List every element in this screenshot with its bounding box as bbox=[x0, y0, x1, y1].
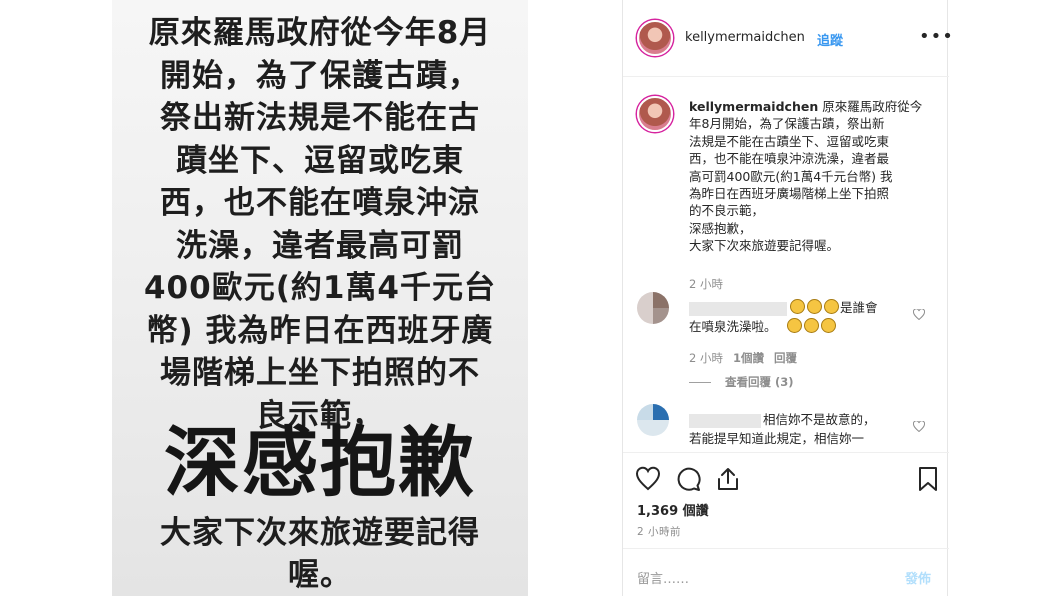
comment-divider bbox=[623, 548, 949, 549]
blurred-username bbox=[689, 302, 787, 316]
bookmark-icon[interactable] bbox=[915, 466, 941, 492]
comment-like-icon[interactable] bbox=[913, 309, 925, 320]
header-username[interactable]: kellymermaidchen bbox=[685, 30, 805, 45]
story-line: 西，也不能在噴泉沖涼 bbox=[160, 185, 480, 221]
story-line: 開始，為了保護古蹟， bbox=[160, 57, 480, 94]
blurred-avatar bbox=[637, 404, 669, 436]
story-line: 祭出新法規是不能在古 bbox=[160, 100, 480, 136]
caption-line: 年8月開始，為了保護古蹟，祭出新 bbox=[689, 116, 885, 132]
likes-count[interactable]: 1,369 個讚 bbox=[637, 500, 709, 519]
avatar[interactable] bbox=[637, 20, 673, 56]
story-line: 洗澡，違者最高可罰 bbox=[176, 227, 464, 264]
caption-username[interactable]: kellymermaidchen bbox=[689, 99, 818, 114]
blurred-username bbox=[689, 414, 761, 428]
caption-line: 高可罰400歐元(約1萬4千元台幣) 我 bbox=[689, 168, 893, 184]
caption-line: 深感抱歉， bbox=[689, 220, 752, 236]
caption-line: 的不良示範， bbox=[689, 203, 765, 219]
story-line: 400歐元(約1萬4千元台 bbox=[143, 270, 497, 306]
emoji-icon bbox=[824, 299, 839, 314]
comment-time: 2 小時 bbox=[689, 351, 723, 365]
comment-text: 若能提早知道此規定，相信妳一 bbox=[689, 431, 865, 446]
comment-meta: 2 小時 1個讚 回覆 bbox=[689, 350, 797, 366]
caption-line: 為昨日在西班牙廣場階梯上坐下拍照 bbox=[689, 186, 890, 202]
view-replies-button[interactable]: 查看回覆 (3) bbox=[689, 374, 794, 390]
story-image: 原來羅馬政府從今年8月 開始，為了保護古蹟， 祭出新法規是不能在古 蹟坐下、逗留… bbox=[112, 0, 528, 596]
caption-line: 西，也不能在噴泉沖涼洗澡，違者最 bbox=[689, 151, 890, 167]
story-tail-text: 大家下次來旅遊要記得 喔。 bbox=[152, 512, 488, 596]
heart-icon[interactable] bbox=[635, 466, 661, 492]
more-options-icon[interactable]: ••• bbox=[919, 26, 954, 47]
reply-button[interactable]: 回覆 bbox=[774, 351, 797, 365]
comment-likes[interactable]: 1個讚 bbox=[733, 351, 764, 365]
story-line: 蹟坐下、逗留或吃東 bbox=[176, 142, 464, 179]
caption-line: 原來羅馬政府從今 bbox=[822, 99, 923, 114]
comment-text: 是誰會 bbox=[789, 298, 878, 318]
instagram-post-panel: kellymermaidchen 追蹤 ••• kellymermaidchen… bbox=[622, 0, 953, 596]
emoji-icon bbox=[807, 299, 822, 314]
comment-like-icon[interactable] bbox=[913, 421, 925, 432]
follow-button[interactable]: 追蹤 bbox=[817, 30, 843, 49]
caption-line: 法規是不能在古蹟坐下、逗留或吃東 bbox=[689, 133, 890, 149]
post-comment-button[interactable]: 發佈 bbox=[905, 568, 931, 587]
story-text: 原來羅馬政府從今年8月 開始，為了保護古蹟， 祭出新法規是不能在古 蹟坐下、逗留… bbox=[142, 12, 498, 437]
story-line: 原來羅馬政府從今年8月 bbox=[148, 15, 492, 51]
emoji-icon bbox=[786, 318, 802, 333]
comment-icon[interactable] bbox=[675, 466, 701, 492]
story-line: 場階梯上坐下拍照的不 bbox=[160, 355, 480, 391]
comment-text: 相信妳不是故意的， bbox=[763, 412, 876, 427]
emoji-icon bbox=[803, 318, 819, 333]
add-comment-input[interactable]: 留言…… bbox=[637, 568, 689, 587]
share-icon[interactable] bbox=[715, 466, 741, 492]
emoji-icon bbox=[820, 318, 836, 333]
emoji-icon bbox=[790, 299, 805, 314]
story-line: 幣) 我為昨日在西班牙廣 bbox=[146, 312, 494, 349]
blurred-avatar bbox=[637, 292, 669, 324]
caption-time: 2 小時 bbox=[689, 277, 723, 291]
actions-divider bbox=[623, 452, 949, 453]
comment-text: 在噴泉洗澡啦。 bbox=[689, 317, 837, 337]
post-timestamp: 2 小時前 bbox=[637, 526, 682, 538]
caption-line: 大家下次來旅遊要記得喔。 bbox=[689, 238, 840, 254]
caption: kellymermaidchen 原來羅馬政府從今 年8月開始，為了保護古蹟，祭… bbox=[689, 98, 941, 255]
story-apology-heading: 深感抱歉 bbox=[164, 418, 476, 507]
header-divider bbox=[623, 76, 949, 77]
caption-avatar[interactable] bbox=[637, 96, 673, 132]
story-tail-line: 大家下次來旅遊要記得 bbox=[160, 515, 480, 551]
story-tail-line: 喔。 bbox=[288, 557, 352, 593]
